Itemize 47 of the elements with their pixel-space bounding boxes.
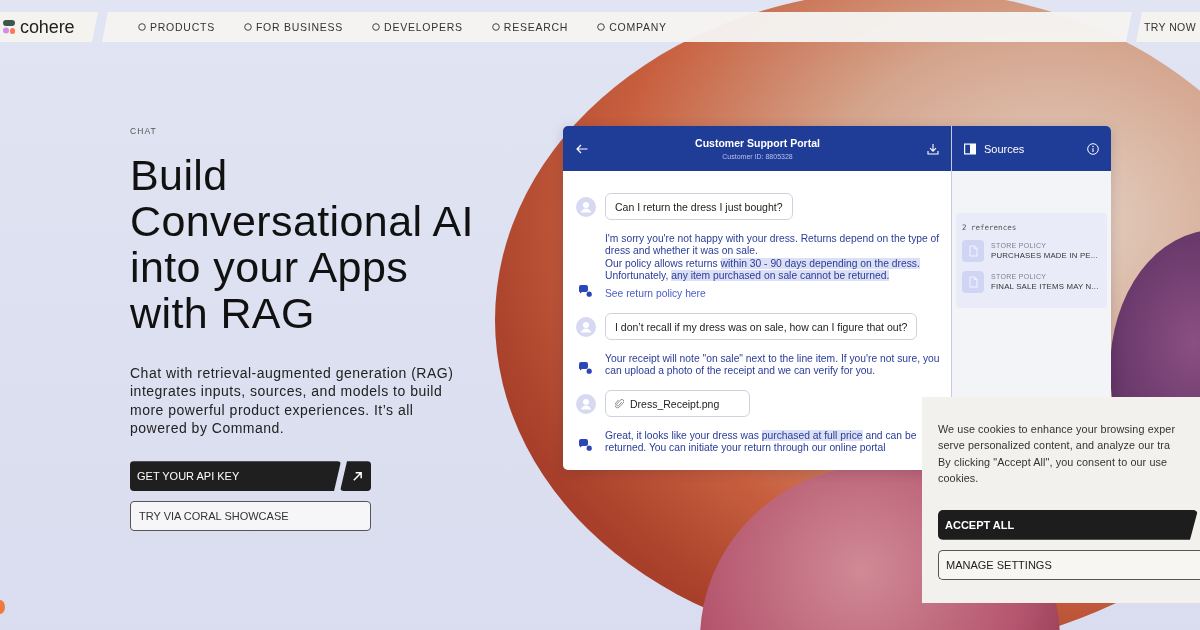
hero-description: Chat with retrieval-augmented generation (RAG) integrates inputs, sources, and models to build more powerful product experiences. It’s all powered by Command. — [130, 364, 455, 438]
manage-settings-button[interactable]: MANAGE SETTINGS — [938, 549, 1200, 580]
logo-icon — [3, 20, 16, 34]
nav-link[interactable]: COMPANY — [597, 21, 667, 33]
bot-reply-text: I'm sorry you're not happy with your dress. Returns depend on the type of dress and whether it was on sale. — [605, 232, 940, 258]
document-icon — [962, 271, 984, 293]
arrow-button[interactable] — [340, 461, 371, 492]
section-label: CHAT — [130, 126, 158, 136]
cookie-notice-text: We use cookies to enhance your browsing exper serve personalized content, and analyze our tra By clicking "Accept All", you consent to our use cookies. — [938, 422, 1177, 487]
chat-title: Customer Support Portal — [695, 137, 820, 149]
download-icon[interactable] — [927, 142, 939, 155]
document-icon — [962, 240, 984, 262]
panel-icon[interactable] — [964, 142, 976, 155]
accept-all-button[interactable]: ACCEPT ALL — [938, 509, 1198, 540]
text-link[interactable]: See return policy here — [605, 287, 706, 300]
message-text: Can I return the dress I just bought? — [615, 200, 783, 213]
nav-link[interactable]: RESEARCH — [491, 21, 569, 33]
circle-icon — [243, 23, 252, 31]
user-avatar-icon — [576, 393, 596, 414]
circle-icon — [597, 23, 606, 31]
nav-link[interactable]: FOR BUSINESS — [243, 21, 344, 33]
back-arrow-icon[interactable] — [576, 142, 588, 155]
sources-title: Sources — [984, 142, 1025, 155]
showcase-button[interactable]: TRY VIA CORAL SHOWCASE — [130, 501, 371, 532]
user-avatar-icon — [576, 316, 596, 337]
nav-link[interactable]: DEVELOPERS — [372, 21, 463, 33]
chat-bubbles-icon — [579, 284, 592, 297]
arrow-icon — [352, 470, 363, 482]
hero-heading: Build Conversational AI into your Apps with RAG — [130, 152, 475, 336]
bot-reply-text: Our policy allows returns within 30 - 90 days depending on the dress. — [605, 257, 921, 270]
api-key-button[interactable]: GET YOUR API KEY — [130, 461, 341, 492]
message-text: I don’t recall if my dress was on sale, how can I figure that out? — [615, 320, 908, 333]
user-avatar-icon — [576, 196, 596, 217]
circle-icon — [138, 23, 146, 31]
try-now-button[interactable]: TRY NOW — [1136, 12, 1200, 42]
attachment-chip[interactable]: Dress_Receipt.png — [605, 390, 751, 417]
logo-link[interactable]: cohere — [0, 12, 98, 42]
paperclip-icon — [615, 398, 624, 409]
circle-icon — [491, 23, 500, 31]
bot-reply-text: Unfortunately, any item purchased on sale cannot be returned. — [605, 270, 891, 283]
bot-reply-text: Your receipt will note "on sale" next to the line item. If you're not sure, you can upload a photo of the receipt and we can verify for you. — [605, 352, 940, 378]
info-icon[interactable] — [1087, 142, 1099, 155]
circle-icon — [372, 23, 381, 31]
chat-bubbles-icon — [579, 361, 592, 374]
file-name: Dress_Receipt.png — [630, 397, 720, 410]
chat-bubbles-icon — [579, 438, 592, 451]
nav-link[interactable]: PRODUCTS — [138, 21, 215, 33]
